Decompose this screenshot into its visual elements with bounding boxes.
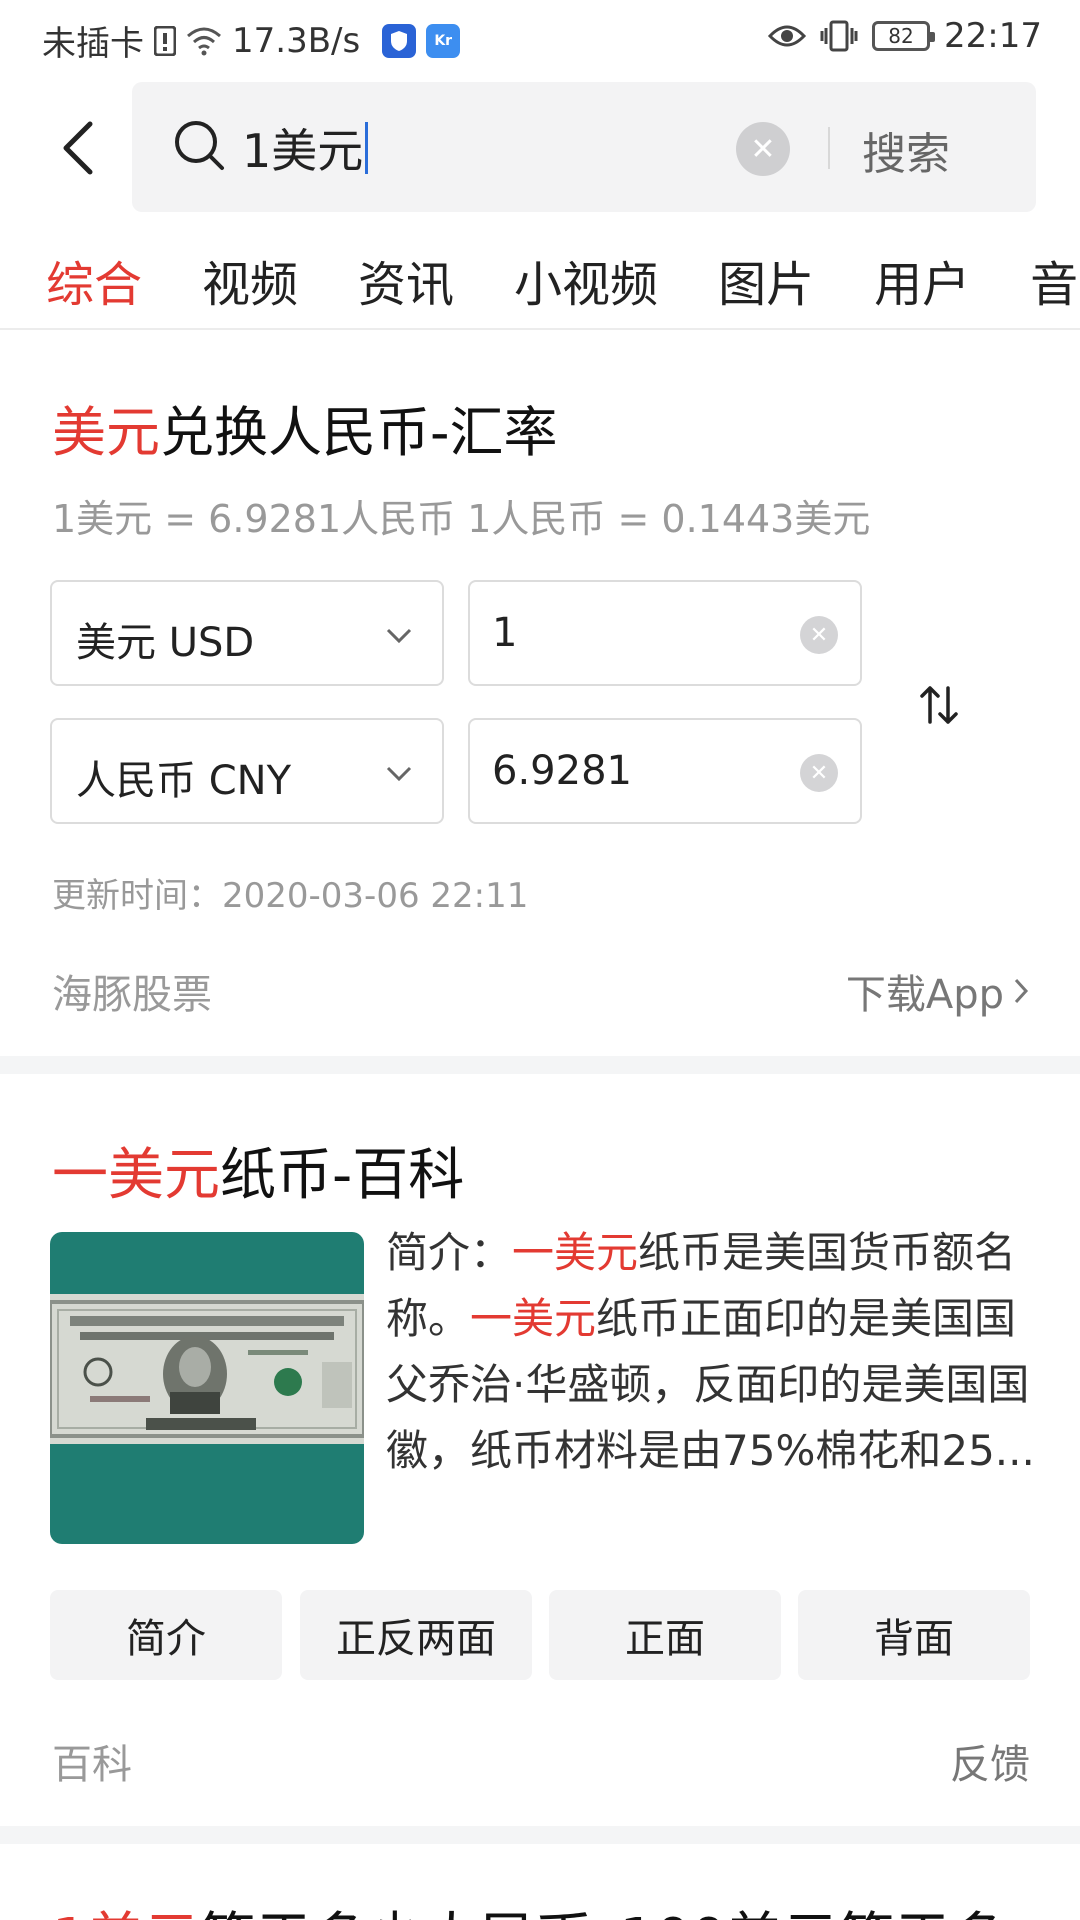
next-result-title[interactable]: 1美元等于多少人民币_100美元等于多 [52,1894,1007,1920]
tab-short-video[interactable]: 小视频 [514,245,658,315]
to-currency-select[interactable]: 人民币 CNY [50,718,444,824]
chip-back[interactable]: 背面 [798,1590,1030,1680]
sim-alert-icon [154,25,176,56]
section-separator [0,1826,1080,1844]
clear-search-icon[interactable]: ✕ [736,122,790,176]
vibrate-icon [820,20,858,52]
carrier-text: 未插卡 [42,24,144,64]
tab-news[interactable]: 资讯 [358,245,454,315]
clock: 22:17 [944,16,1042,56]
section-separator [0,1056,1080,1074]
baike-description: 简介：一美元纸币是美国货币额名称。一美元纸币正面印的是美国国父乔治·华盛顿，反面… [386,1228,1035,1475]
from-currency-select[interactable]: 美元 USD [50,580,444,686]
chevron-down-icon [386,766,412,782]
chip-intro[interactable]: 简介 [50,1590,282,1680]
search-icon [175,121,224,170]
status-bar: 未插卡 17.3B/s Kr 82 22:17 [0,0,1080,76]
baike-source[interactable]: 百科 [52,1732,132,1790]
feedback-link[interactable]: 反馈 [950,1732,1030,1790]
wifi-icon [187,27,221,55]
download-app-link[interactable]: 下载App [846,962,1030,1020]
search-input[interactable]: 1美元 [242,118,369,178]
tabs-divider [0,328,1080,330]
tab-music[interactable]: 音 [1030,245,1078,315]
chevron-down-icon [386,628,412,644]
tab-video[interactable]: 视频 [202,245,298,315]
to-amount-input[interactable]: 6.9281 ✕ [468,718,862,824]
dollar-bill-image[interactable] [50,1232,364,1544]
from-amount-input[interactable]: 1 ✕ [468,580,862,686]
chevron-right-icon [1014,978,1029,1004]
search-button[interactable]: 搜索 [862,118,950,182]
tab-images[interactable]: 图片 [718,245,814,315]
network-speed: 17.3B/s [232,20,361,61]
eye-icon [768,25,807,47]
clear-to-amount-icon[interactable]: ✕ [800,754,838,792]
kr36-app-icon: Kr [426,23,461,58]
clear-from-amount-icon[interactable]: ✕ [800,616,838,654]
update-time: 更新时间：2020-03-06 22:11 [52,876,529,916]
swap-currency-icon[interactable] [914,680,964,730]
tab-users[interactable]: 用户 [874,245,970,315]
search-divider [828,127,830,169]
tab-all[interactable]: 综合 [46,245,142,315]
exchange-title[interactable]: 美元兑换人民币-汇率 [52,388,558,467]
category-tabs: 综合 视频 资讯 小视频 图片 用户 音 [0,232,1080,328]
baike-title[interactable]: 一美元纸币-百科 [52,1130,464,1211]
chip-both-sides[interactable]: 正反两面 [300,1590,532,1680]
battery-icon: 82 [872,21,936,51]
exchange-source[interactable]: 海豚股票 [52,962,212,1020]
chip-front[interactable]: 正面 [549,1590,781,1680]
back-icon[interactable] [56,118,106,178]
rate-summary: 1美元 = 6.9281人民币 1人民币 = 0.1443美元 [52,497,871,541]
shield-app-icon [382,23,417,58]
text-caret [365,122,369,174]
